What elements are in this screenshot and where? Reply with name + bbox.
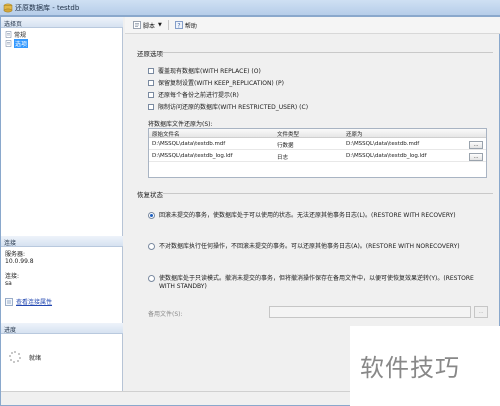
view-props-link[interactable]: 查看连接属性	[16, 297, 52, 306]
standby-file-label: 备用文件(S):	[148, 311, 183, 318]
page-item-general[interactable]: 常规	[5, 30, 26, 39]
section-divider	[163, 52, 493, 53]
radio-label: 不对数据库执行任何操作，不回滚未提交的事务。可以还原其他事务日志(A)。(RES…	[159, 243, 460, 250]
browse-button[interactable]: ...	[469, 153, 483, 161]
column-header-restore-as: 还原为	[346, 132, 363, 138]
toolbar-separator	[167, 20, 169, 30]
radio-button[interactable]	[148, 243, 155, 250]
connection-header: 连接	[1, 236, 123, 247]
original-file: D:\MSSQL\data\testdb.mdf	[152, 141, 226, 147]
standby-browse-button[interactable]: ...	[474, 306, 488, 318]
progress-status: 就绪	[9, 351, 41, 363]
view-connection-properties[interactable]: 查看连接属性	[5, 297, 52, 306]
radio-button[interactable]	[148, 212, 155, 219]
restore-options-title: 还原选项	[137, 50, 163, 58]
page-item-label: 常规	[14, 32, 27, 39]
recovery-option-norecovery[interactable]: 不对数据库执行任何操作，不回滚未提交的事务。可以还原其他事务日志(A)。(RES…	[148, 243, 493, 251]
database-restore-icon	[3, 3, 13, 13]
help-label: 帮助	[184, 22, 197, 30]
column-header-type: 文件类型	[277, 132, 300, 138]
progress-header: 进度	[1, 323, 123, 334]
restricted-user-checkbox[interactable]: 限制访问还原的数据库(WITH RESTRICTED_USER) (C)	[148, 102, 308, 111]
properties-icon	[5, 297, 13, 306]
help-button[interactable]: ? 帮助	[175, 21, 197, 30]
connection-info: 连接: sa	[5, 273, 19, 287]
title-bar: 还原数据库 - testdb	[0, 0, 500, 16]
page-icon	[5, 40, 12, 47]
script-label: 脚本	[143, 22, 156, 30]
restore-as-path[interactable]: D:\MSSQL\data\testdb.mdf	[346, 141, 419, 147]
page-icon	[5, 31, 12, 38]
chevron-down-icon[interactable]: ▼	[158, 22, 162, 28]
recovery-state-title: 恢复状态	[137, 191, 163, 199]
standby-file-input[interactable]	[269, 306, 471, 318]
connection-label: 连接:	[5, 273, 20, 280]
restore-files-grid: 原始文件名 文件类型 还原为 D:\MSSQL\data\testdb.mdf …	[148, 128, 487, 178]
page-item-label: 选项	[14, 39, 29, 48]
grid-header: 原始文件名 文件类型 还原为	[149, 129, 486, 138]
checkbox-label: 限制访问还原的数据库(WITH RESTRICTED_USER) (C)	[158, 104, 309, 111]
watermark: 软件技巧	[350, 326, 500, 406]
original-file: D:\MSSQL\data\testdb_log.ldf	[152, 153, 233, 159]
checkbox[interactable]	[148, 79, 154, 86]
recovery-option-standby[interactable]: 使数据库处于只读模式。撤消未提交的事务，但将撤消操作保存在备用文件中，以便可使恢…	[148, 275, 478, 291]
overwrite-checkbox[interactable]: 覆盖现有数据库(WITH REPLACE) (O)	[148, 66, 261, 75]
script-button[interactable]: 脚本 ▼	[133, 21, 162, 30]
recovery-option-recovery[interactable]: 回滚未提交的事务，使数据库处于可以使用的状态。无法还原其他事务日志(L)。(RE…	[148, 212, 493, 220]
toolbar: 脚本 ▼ ? 帮助	[125, 17, 500, 34]
checkbox[interactable]	[148, 67, 154, 74]
checkbox-label: 还原每个备份之前进行提示(R)	[158, 92, 239, 99]
progress-status-text: 就绪	[29, 354, 42, 362]
keep-replication-checkbox[interactable]: 保留复制设置(WITH KEEP_REPLICATION) (P)	[148, 78, 284, 87]
server-info: 服务器: 10.0.99.8	[5, 251, 34, 265]
restore-as-path[interactable]: D:\MSSQL\data\testdb_log.ldf	[346, 153, 427, 159]
select-page-header: 选择页	[1, 17, 123, 28]
prompt-before-restore-checkbox[interactable]: 还原每个备份之前进行提示(R)	[148, 90, 239, 99]
radio-label: 使数据库处于只读模式。撤消未提交的事务，但将撤消操作保存在备用文件中，以便可使恢…	[159, 275, 474, 290]
checkbox-label: 保留复制设置(WITH KEEP_REPLICATION) (P)	[158, 80, 284, 87]
column-header-original: 原始文件名	[152, 132, 180, 138]
script-icon	[133, 21, 141, 29]
help-icon: ?	[175, 21, 183, 29]
section-divider	[163, 193, 493, 194]
restore-files-label: 将数据库文件还原为(S):	[148, 121, 213, 128]
server-label: 服务器:	[5, 251, 26, 258]
table-row[interactable]: D:\MSSQL\data\testdb.mdf 行数据 D:\MSSQL\da…	[149, 139, 486, 150]
file-type: 行数据	[277, 143, 294, 149]
window-title: 还原数据库 - testdb	[15, 4, 80, 12]
spinner-icon	[9, 351, 21, 363]
server-value: 10.0.99.8	[5, 258, 34, 265]
connection-value: sa	[5, 280, 12, 287]
left-pane: 选择页 常规 选项 连接 服务器: 10.0.99.8 连接: sa 查看连接属…	[1, 17, 123, 391]
table-row[interactable]: D:\MSSQL\data\testdb_log.ldf 日志 D:\MSSQL…	[149, 151, 486, 162]
radio-label: 回滚未提交的事务，使数据库处于可以使用的状态。无法还原其他事务日志(L)。(RE…	[159, 212, 456, 219]
browse-button[interactable]: ...	[469, 141, 483, 149]
svg-text:?: ?	[177, 22, 180, 29]
checkbox-label: 覆盖现有数据库(WITH REPLACE) (O)	[158, 68, 261, 75]
watermark-text: 软件技巧	[360, 354, 460, 382]
file-type: 日志	[277, 155, 289, 161]
radio-button[interactable]	[148, 275, 155, 282]
checkbox[interactable]	[148, 91, 154, 98]
checkbox[interactable]	[148, 103, 154, 110]
page-item-options[interactable]: 选项	[5, 39, 29, 48]
